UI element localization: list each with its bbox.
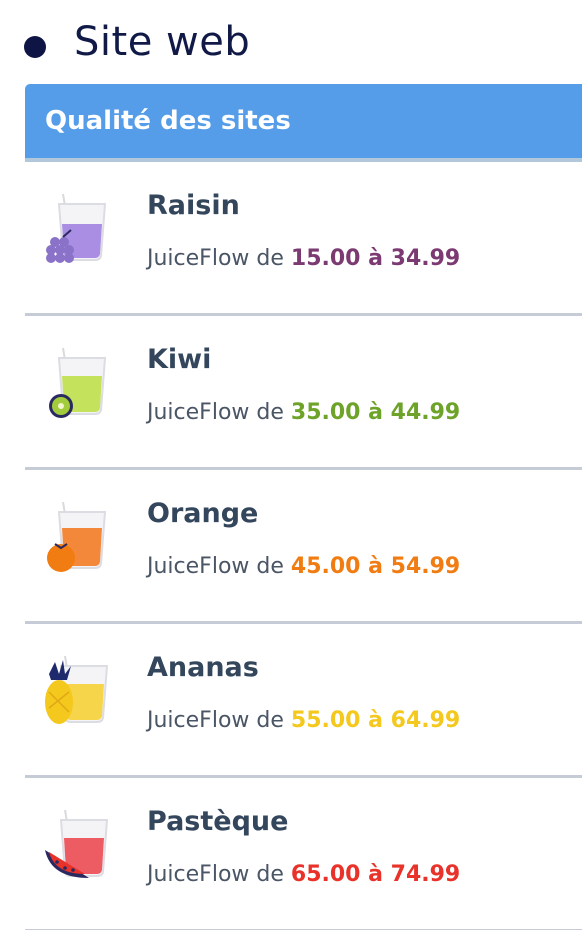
price-range: 45.00 à 54.99 <box>290 554 461 579</box>
panel-header-title: Qualité des sites <box>45 106 291 136</box>
row-subtitle: JuiceFlow de 65.00 à 74.99 <box>147 862 460 887</box>
section-heading: Site web <box>24 14 250 70</box>
row-prefix: JuiceFlow de <box>147 246 284 271</box>
list-item-ananas: Ananas JuiceFlow de 55.00 à 64.99 <box>25 624 582 778</box>
row-subtitle: JuiceFlow de 35.00 à 44.99 <box>147 400 460 425</box>
row-prefix: JuiceFlow de <box>147 862 284 887</box>
price-range: 35.00 à 44.99 <box>290 400 461 425</box>
row-title: Kiwi <box>147 344 212 375</box>
grape-juice-icon <box>41 190 121 270</box>
list-item-pasteque: Pastèque JuiceFlow de 65.00 à 74.99 <box>25 778 582 930</box>
price-range: 15.00 à 34.99 <box>290 246 461 271</box>
row-title: Orange <box>147 498 259 529</box>
row-prefix: JuiceFlow de <box>147 708 284 733</box>
section-title: Site web <box>74 19 251 65</box>
row-subtitle: JuiceFlow de 45.00 à 54.99 <box>147 554 460 579</box>
row-subtitle: JuiceFlow de 55.00 à 64.99 <box>147 708 460 733</box>
list-item-orange: Orange JuiceFlow de 45.00 à 54.99 <box>25 470 582 624</box>
panel-header: Qualité des sites <box>25 84 582 162</box>
list-item-kiwi: Kiwi JuiceFlow de 35.00 à 44.99 <box>25 316 582 470</box>
row-subtitle: JuiceFlow de 15.00 à 34.99 <box>147 246 460 271</box>
page: Site web Qualité des sites Raisin JuiceF… <box>0 0 582 930</box>
price-range: 55.00 à 64.99 <box>290 708 461 733</box>
row-title: Ananas <box>147 652 259 683</box>
kiwi-juice-icon <box>41 344 121 424</box>
row-prefix: JuiceFlow de <box>147 400 284 425</box>
price-range: 65.00 à 74.99 <box>290 862 461 887</box>
watermelon-juice-icon <box>41 806 121 886</box>
pineapple-juice-icon <box>41 652 121 732</box>
orange-juice-icon <box>41 498 121 578</box>
bullet-icon <box>24 36 46 58</box>
list-item-raisin: Raisin JuiceFlow de 15.00 à 34.99 <box>25 162 582 316</box>
row-title: Raisin <box>147 190 240 221</box>
row-title: Pastèque <box>147 806 289 837</box>
row-prefix: JuiceFlow de <box>147 554 284 579</box>
